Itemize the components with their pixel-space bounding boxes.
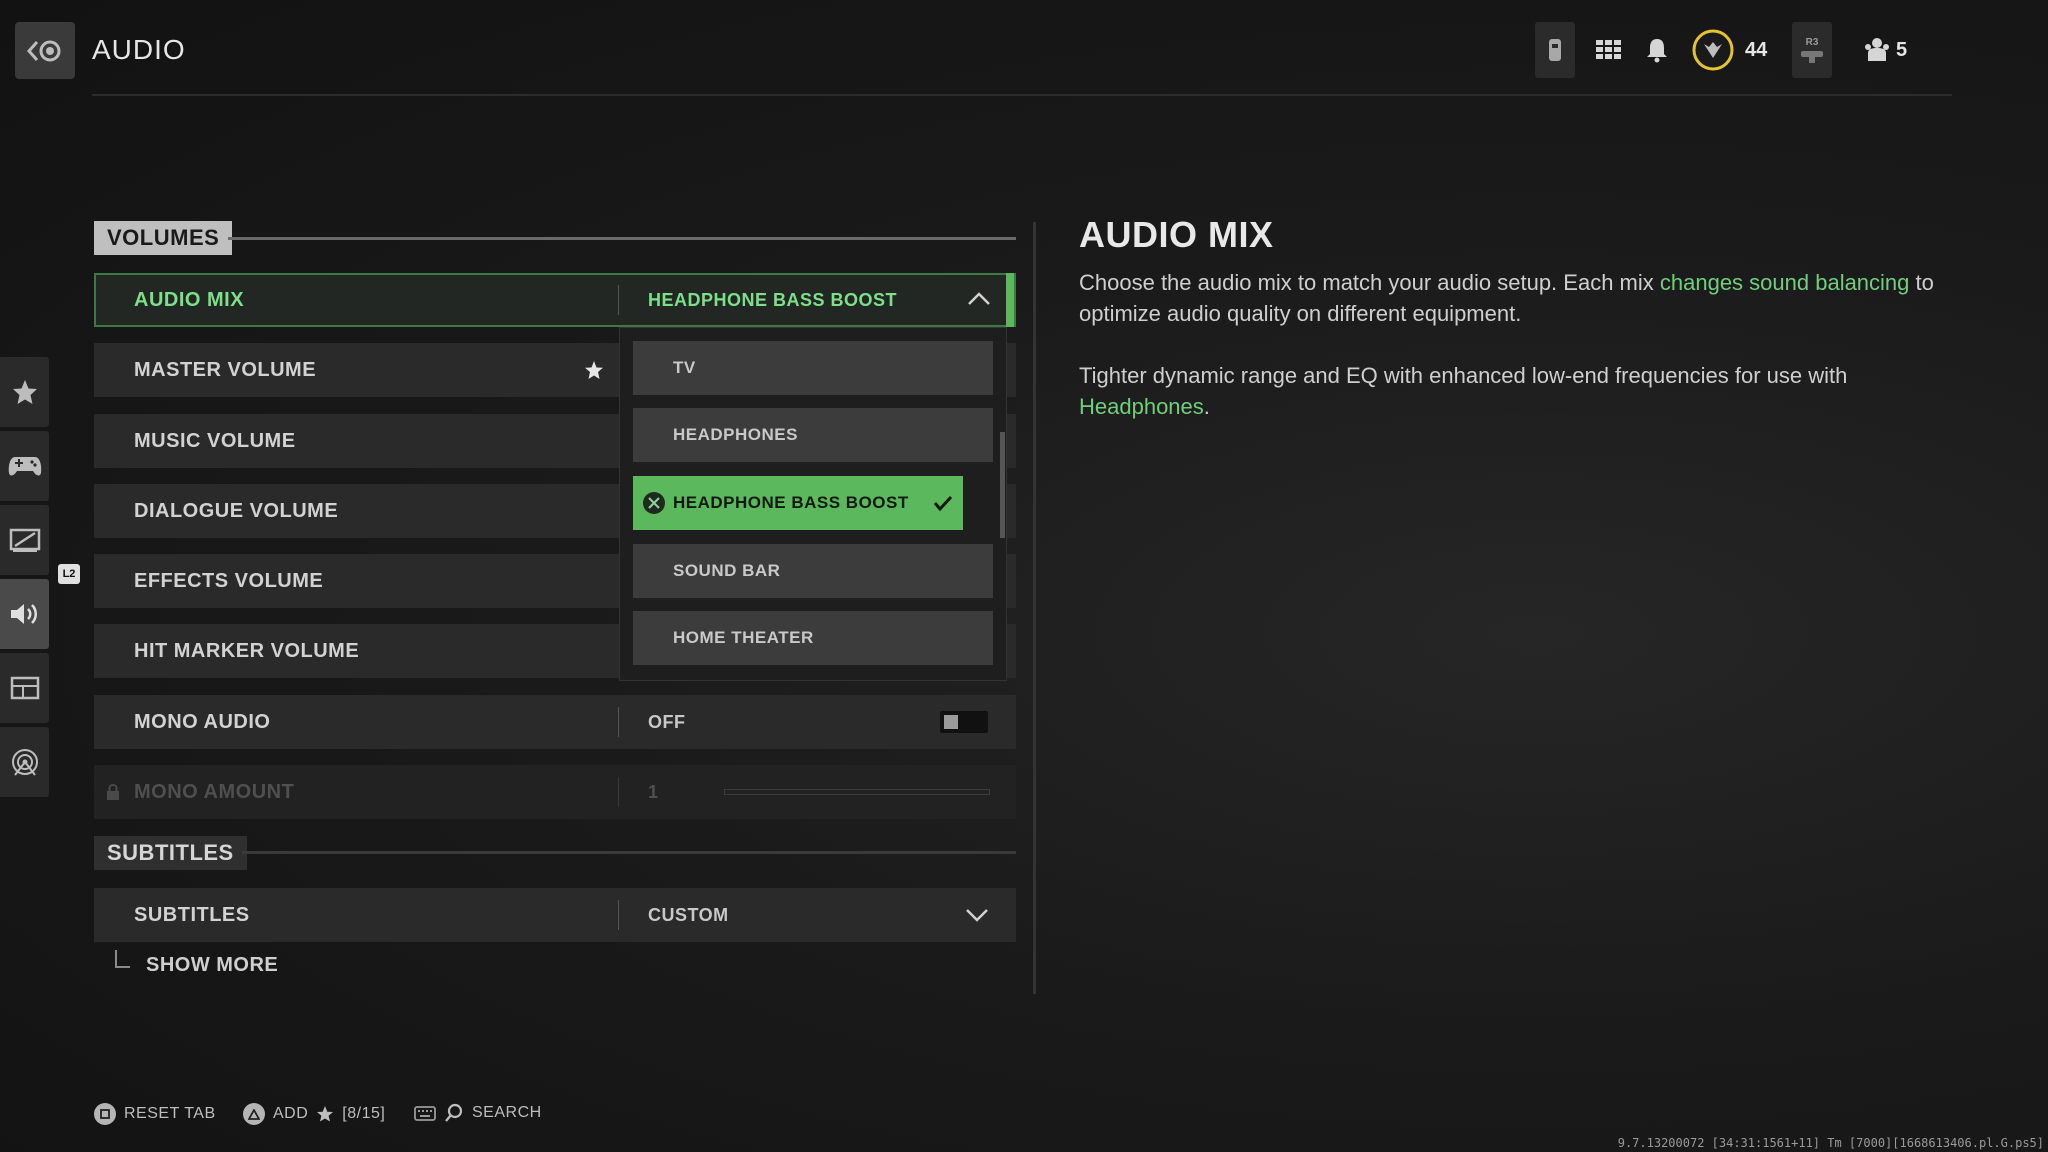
setting-label: HIT MARKER VOLUME [134,640,360,662]
setting-label: MUSIC VOLUME [134,430,296,452]
sidebar-item-graphics[interactable] [0,505,49,575]
rank-emblem-icon[interactable] [1691,29,1735,71]
graphics-icon [9,528,40,552]
lock-icon [107,784,119,800]
interface-icon [10,676,39,700]
info-text: Tighter dynamic range and EQ with enhanc… [1079,363,1848,388]
section-header-subtitles: SUBTITLES [94,836,247,870]
r3-button[interactable]: R3 [1792,22,1832,78]
l2-button-hint: L2 [58,564,80,584]
star-icon [12,380,37,404]
panel-divider [1033,222,1036,994]
favorites-count: [8/15] [342,1105,386,1122]
dropdown-option-sound-bar[interactable]: SOUND BAR [633,544,993,598]
search-label: SEARCH [472,1104,542,1121]
setting-row-mono-amount: MONO AMOUNT 1 [94,765,1016,819]
row-separator [618,900,619,930]
square-button-icon [94,1103,116,1125]
party-icon [1801,50,1823,63]
battery-icon [1549,39,1561,61]
option-label: HEADPHONES [673,425,798,444]
info-detail: Tighter dynamic range and EQ with enhanc… [1079,360,1939,422]
info-highlight: Headphones [1079,394,1204,419]
notification-bell-icon[interactable] [1642,30,1672,70]
setting-value: HEADPHONE BASS BOOST [648,290,898,310]
option-label: SOUND BAR [673,561,781,580]
controller-icon [8,457,41,476]
setting-label: SUBTITLES [134,904,250,926]
setting-label: MONO AMOUNT [134,781,295,803]
section-divider [242,851,1016,854]
chevron-down-icon [966,909,988,922]
option-label: TV [673,358,696,377]
setting-row-mono-audio[interactable]: MONO AUDIO OFF [94,695,1016,749]
page-title: AUDIO [92,34,186,65]
dropdown-scrollbar[interactable] [1000,432,1005,538]
checkmark-icon [933,495,953,512]
chevron-up-icon [968,292,990,305]
setting-value: 1 [648,782,659,802]
sidebar-item-network[interactable] [0,727,49,797]
setting-label: MASTER VOLUME [134,359,317,381]
section-divider [228,237,1016,240]
add-label: ADD [273,1105,309,1122]
rank-level: 44 [1745,39,1768,61]
setting-row-subtitles[interactable]: SUBTITLES CUSTOM [94,888,1016,942]
setting-row-audio-mix[interactable]: AUDIO MIX HEADPHONE BASS BOOST [94,273,1016,327]
header-divider [92,94,1952,96]
back-button[interactable] [15,22,75,79]
sidebar-item-interface[interactable] [0,653,49,723]
keyboard-icon [414,1106,436,1121]
info-description: Choose the audio mix to match your audio… [1079,267,1939,329]
dropdown-option-headphone-bass-boost[interactable]: HEADPHONE BASS BOOST [633,476,963,530]
info-text: . [1203,394,1210,419]
star-icon [317,1106,334,1122]
sidebar-item-audio[interactable] [0,579,49,649]
section-header-volumes: VOLUMES [94,221,233,255]
dropdown-option-headphones[interactable]: HEADPHONES [633,408,993,462]
triangle-button-icon [243,1103,265,1125]
dropdown-option-home-theater[interactable]: HOME THEATER [633,611,993,665]
option-label: HEADPHONE BASS BOOST [673,493,909,512]
show-more-link[interactable]: SHOW MORE [146,954,278,977]
network-icon [11,749,38,776]
controller-battery-button[interactable] [1535,22,1575,78]
tree-branch-icon [115,950,130,968]
sidebar-item-controller[interactable] [0,431,49,501]
setting-label: EFFECTS VOLUME [134,570,324,592]
setting-value: CUSTOM [648,905,729,925]
reset-tab-label: RESET TAB [124,1105,216,1122]
mono-amount-slider [724,789,990,795]
back-icon [26,40,61,61]
sidebar-item-favorites[interactable] [0,357,49,427]
speaker-icon [10,604,37,624]
row-separator [618,707,619,737]
setting-label: MONO AUDIO [134,711,271,733]
build-version: 9.7.13200072 [34:31:1561+11] Tm [7000][1… [1617,1136,2044,1150]
info-highlight: changes sound balancing [1659,270,1910,295]
reset-tab-button[interactable]: RESET TAB [94,1103,216,1125]
add-favorite-button[interactable]: ADD [8/15] [243,1103,385,1125]
info-text: Choose the audio mix to match your audio… [1079,270,1660,295]
cross-button-icon [643,492,665,514]
search-button[interactable]: SEARCH [414,1103,542,1123]
favorite-star-icon[interactable] [584,360,604,380]
friends-icon[interactable] [1862,30,1892,70]
toggle-knob [944,715,958,729]
friends-count: 5 [1896,39,1908,61]
selection-indicator [1006,273,1014,327]
mono-audio-toggle[interactable] [940,711,988,733]
apps-grid-icon[interactable] [1594,30,1624,70]
row-separator [618,777,619,807]
setting-value: OFF [648,712,686,732]
option-label: HOME THEATER [673,628,814,647]
info-title: AUDIO MIX [1079,214,1274,255]
setting-label: DIALOGUE VOLUME [134,500,339,522]
setting-label: AUDIO MIX [134,289,245,311]
r3-label: R3 [1805,36,1819,48]
row-separator [618,285,619,315]
search-icon [445,1103,463,1122]
dropdown-option-tv[interactable]: TV [633,341,993,395]
